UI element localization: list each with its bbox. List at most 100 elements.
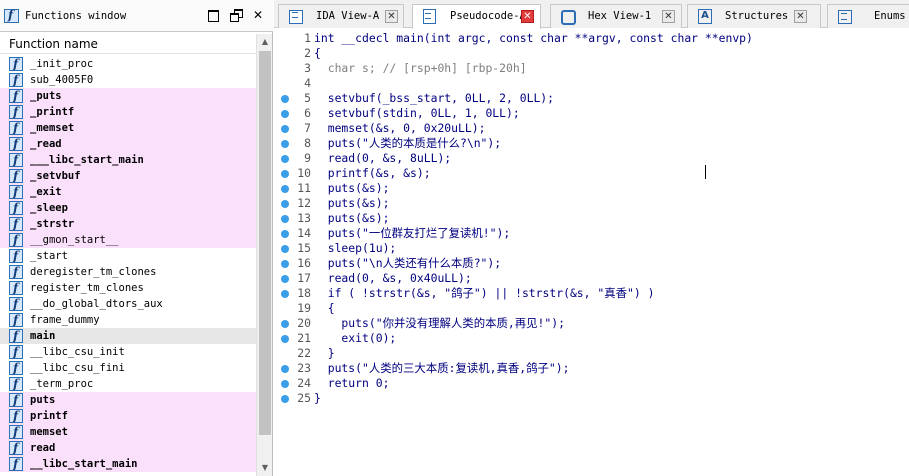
tab-hex-view-1[interactable]: Hex View-1 ✕ bbox=[550, 4, 682, 28]
tab-close-icon[interactable]: ✕ bbox=[521, 10, 534, 23]
function-list-item[interactable]: _memset bbox=[0, 120, 256, 136]
code-line[interactable]: 3 char s; // [rsp+0h] [rbp-20h] bbox=[274, 61, 909, 76]
breakpoint-dot-icon[interactable] bbox=[281, 200, 289, 208]
code-line[interactable]: 18 if ( !strstr(&s, "鸽子") || !strstr(&s,… bbox=[274, 286, 909, 301]
breakpoint-dot-icon[interactable] bbox=[281, 320, 289, 328]
function-icon bbox=[9, 456, 23, 472]
function-list-item[interactable]: _puts bbox=[0, 88, 256, 104]
function-list-item[interactable]: _setvbuf bbox=[0, 168, 256, 184]
function-list-item[interactable]: frame_dummy bbox=[0, 312, 256, 328]
breakpoint-dot-icon[interactable] bbox=[281, 365, 289, 373]
function-list-item[interactable]: __libc_csu_init bbox=[0, 344, 256, 360]
function-icon: f bbox=[4, 8, 19, 23]
code-line[interactable]: 7 memset(&s, 0, 0x20uLL); bbox=[274, 121, 909, 136]
code-line[interactable]: 10 printf(&s, &s); bbox=[274, 166, 909, 181]
functions-window-titlebar[interactable]: f Functions window ✕ bbox=[0, 0, 273, 32]
scroll-down-icon[interactable]: ▼ bbox=[257, 460, 273, 476]
function-icon bbox=[9, 424, 23, 440]
code-line[interactable]: 8 puts("人类的本质是什么?\n"); bbox=[274, 136, 909, 151]
function-list-item[interactable]: deregister_tm_clones bbox=[0, 264, 256, 280]
code-line[interactable]: 13 puts(&s); bbox=[274, 211, 909, 226]
code-line[interactable]: 15 sleep(1u); bbox=[274, 241, 909, 256]
code-line[interactable]: 14 puts("一位群友打烂了复读机!"); bbox=[274, 226, 909, 241]
breakpoint-dot-icon[interactable] bbox=[281, 125, 289, 133]
function-list-item[interactable]: __libc_csu_fini bbox=[0, 360, 256, 376]
function-name: _init_proc bbox=[30, 58, 94, 70]
tab-enums[interactable]: Enums bbox=[827, 4, 909, 28]
pseudocode-view[interactable]: 1 int __cdecl main(int argc, const char *… bbox=[274, 29, 909, 476]
maximize-icon[interactable] bbox=[206, 8, 220, 22]
breakpoint-dot-icon[interactable] bbox=[281, 155, 289, 163]
scroll-up-icon[interactable]: ▲ bbox=[257, 34, 273, 50]
function-name: deregister_tm_clones bbox=[30, 266, 157, 278]
function-list-item[interactable]: _printf bbox=[0, 104, 256, 120]
function-list-item[interactable]: read bbox=[0, 440, 256, 456]
function-list-item[interactable]: _exit bbox=[0, 184, 256, 200]
function-list-scrollbar[interactable]: ▲ ▼ bbox=[256, 34, 272, 476]
code-text: exit(0); bbox=[314, 331, 397, 345]
breakpoint-dot-icon[interactable] bbox=[281, 275, 289, 283]
column-header-function-name[interactable]: Function name bbox=[0, 34, 256, 54]
function-name: _start bbox=[30, 250, 68, 262]
tab-close-icon[interactable]: ✕ bbox=[662, 10, 675, 23]
breakpoint-dot-icon[interactable] bbox=[281, 230, 289, 238]
function-list-item[interactable]: puts bbox=[0, 392, 256, 408]
code-line[interactable]: 25} bbox=[274, 391, 909, 406]
tab-pseudocode-a[interactable]: Pseudocode-A ✕ bbox=[412, 4, 541, 29]
function-list-item[interactable]: printf bbox=[0, 408, 256, 424]
code-line[interactable]: 19 { bbox=[274, 301, 909, 316]
code-line[interactable]: 23 puts("人类的三大本质:复读机,真香,鸽子"); bbox=[274, 361, 909, 376]
function-list-item[interactable]: _init_proc bbox=[0, 56, 256, 72]
code-line[interactable]: 20 puts("你并没有理解人类的本质,再见!"); bbox=[274, 316, 909, 331]
code-text: read(0, &s, 0x40uLL); bbox=[314, 271, 472, 285]
breakpoint-dot-icon[interactable] bbox=[281, 380, 289, 388]
code-line[interactable]: 4 bbox=[274, 76, 909, 91]
code-line[interactable]: 24 return 0; bbox=[274, 376, 909, 391]
breakpoint-dot-icon[interactable] bbox=[281, 395, 289, 403]
line-number: 3 bbox=[304, 61, 311, 75]
code-line[interactable]: 22 } bbox=[274, 346, 909, 361]
tab-ida-view-a[interactable]: IDA View-A ✕ bbox=[278, 4, 404, 28]
function-list-item[interactable]: ___libc_start_main bbox=[0, 152, 256, 168]
restore-icon[interactable] bbox=[229, 8, 243, 22]
code-line[interactable]: 1 int __cdecl main(int argc, const char *… bbox=[274, 31, 909, 46]
close-icon[interactable]: ✕ bbox=[251, 8, 265, 22]
function-list-item[interactable]: memset bbox=[0, 424, 256, 440]
function-list-item[interactable]: _strstr bbox=[0, 216, 256, 232]
breakpoint-dot-icon[interactable] bbox=[281, 185, 289, 193]
code-line[interactable]: 21 exit(0); bbox=[274, 331, 909, 346]
scrollbar-thumb[interactable] bbox=[259, 51, 271, 435]
code-line[interactable]: 11 puts(&s); bbox=[274, 181, 909, 196]
code-line[interactable]: 9 read(0, &s, 8uLL); bbox=[274, 151, 909, 166]
code-text: printf(&s, &s); bbox=[314, 166, 431, 180]
code-line[interactable]: 2{ bbox=[274, 46, 909, 61]
breakpoint-dot-icon[interactable] bbox=[281, 140, 289, 148]
breakpoint-dot-icon[interactable] bbox=[281, 170, 289, 178]
breakpoint-dot-icon[interactable] bbox=[281, 290, 289, 298]
function-list-item[interactable]: _term_proc bbox=[0, 376, 256, 392]
function-list-item[interactable]: sub_4005F0 bbox=[0, 72, 256, 88]
function-list-item[interactable]: __do_global_dtors_aux bbox=[0, 296, 256, 312]
code-line[interactable]: 16 puts("\n人类还有什么本质?"); bbox=[274, 256, 909, 271]
code-line[interactable]: 12 puts(&s); bbox=[274, 196, 909, 211]
function-list-item[interactable]: main bbox=[0, 328, 256, 344]
function-list-item[interactable]: _start bbox=[0, 248, 256, 264]
breakpoint-dot-icon[interactable] bbox=[281, 110, 289, 118]
function-list-item[interactable]: _read bbox=[0, 136, 256, 152]
tab-label: Structures bbox=[725, 10, 789, 22]
code-line[interactable]: 17 read(0, &s, 0x40uLL); bbox=[274, 271, 909, 286]
breakpoint-dot-icon[interactable] bbox=[281, 245, 289, 253]
tab-structures[interactable]: Structures ✕ bbox=[687, 4, 821, 28]
tab-close-icon[interactable]: ✕ bbox=[385, 10, 398, 23]
breakpoint-dot-icon[interactable] bbox=[281, 260, 289, 268]
code-line[interactable]: 5 setvbuf(_bss_start, 0LL, 2, 0LL); bbox=[274, 91, 909, 106]
breakpoint-dot-icon[interactable] bbox=[281, 215, 289, 223]
code-line[interactable]: 6 setvbuf(stdin, 0LL, 1, 0LL); bbox=[274, 106, 909, 121]
function-list-item[interactable]: _sleep bbox=[0, 200, 256, 216]
tab-close-icon[interactable]: ✕ bbox=[794, 10, 807, 23]
breakpoint-dot-icon[interactable] bbox=[281, 335, 289, 343]
function-list-item[interactable]: __gmon_start__ bbox=[0, 232, 256, 248]
function-list-item[interactable]: register_tm_clones bbox=[0, 280, 256, 296]
breakpoint-dot-icon[interactable] bbox=[281, 95, 289, 103]
function-list-item[interactable]: __libc_start_main bbox=[0, 456, 256, 472]
